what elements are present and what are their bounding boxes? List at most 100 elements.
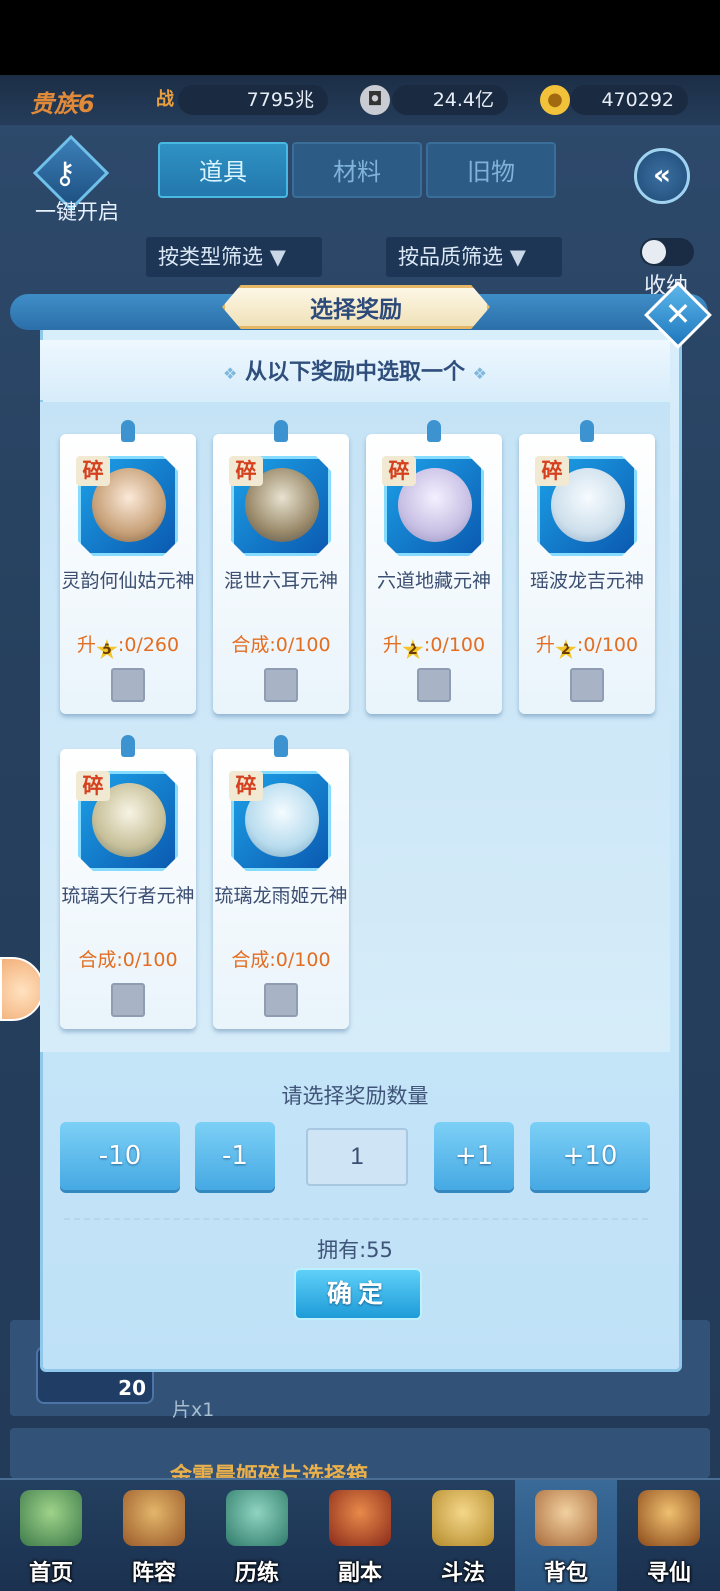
pin-icon [427,420,441,442]
select-checkbox[interactable] [264,983,298,1017]
nav-battle[interactable]: 斗法 [412,1480,514,1591]
select-checkbox[interactable] [111,983,145,1017]
vip-level[interactable]: 贵族6 [30,84,95,119]
coin-icon: ◘ [360,85,390,115]
subtitle-text: 从以下奖励中选取一个 [244,360,465,385]
toggle-knob [642,240,666,264]
dialog-title: 选择奖励 [310,297,402,323]
filter-by-quality[interactable]: 按品质筛选 ▼ [386,237,562,277]
nav-label: 历练 [234,1561,279,1586]
item-description: 片x1 [172,1399,215,1421]
star-icon: 5 [96,639,118,660]
quantity-input[interactable] [306,1128,408,1186]
nav-dungeon[interactable]: 副本 [309,1480,411,1591]
close-icon[interactable]: ✕ [654,290,702,338]
card-name: 瑶波龙吉元神 [529,570,644,592]
diamond-ornament-icon: ❖ [472,364,488,383]
card-name: 混世六耳元神 [223,570,338,592]
power-icon: 战 [156,89,174,110]
reward-card[interactable]: 碎 瑶波龙吉元神 升 2:0/100 [519,420,655,714]
card-progress: 合成:0/100 [213,945,349,972]
nav-label: 斗法 [440,1561,485,1586]
nav-home[interactable]: 首页 [0,1480,102,1591]
card-name: 琉璃天行者元神 [61,885,195,907]
item-count-badge: 20 [118,1376,146,1400]
select-checkbox[interactable] [111,668,145,702]
star-icon: 2 [402,639,424,660]
upgrade-prefix: 升 [382,634,402,656]
nav-backpack[interactable]: 背包 [515,1480,617,1591]
card-name: 灵韵何仙姑元神 [61,570,195,592]
fragment-badge: 碎 [76,456,110,486]
card-progress: 升 2:0/100 [519,630,655,661]
nav-label: 阵容 [131,1561,176,1586]
filter-funnel-icon: ▼ [509,245,526,269]
plus-10-button[interactable]: +10 [530,1122,650,1190]
pin-icon [274,420,288,442]
collapse-toggle[interactable] [640,238,694,266]
dungeon-icon [329,1490,391,1546]
select-checkbox[interactable] [417,668,451,702]
select-checkbox[interactable] [264,668,298,702]
status-bar [0,0,720,75]
fragment-badge: 碎 [229,456,263,486]
card-progress: 合成:0/100 [60,945,196,972]
filter-funnel-icon: ▼ [269,245,286,269]
back-button[interactable]: « [634,148,690,204]
backpack-icon [535,1490,597,1546]
card-progress: 合成:0/100 [213,630,349,657]
nav-label: 寻仙 [646,1561,691,1586]
seek-immortal-icon [638,1490,700,1546]
nav-label: 副本 [337,1561,382,1586]
owned-count: 拥有:55 [317,1238,393,1262]
filter-type-label: 按类型筛选 [158,245,263,269]
diamond-ornament-icon: ❖ [222,364,238,383]
progress-value: :0/260 [117,634,180,656]
quantity-label: 请选择奖励数量 [281,1084,429,1108]
pin-icon [121,420,135,442]
one-key-open-button[interactable]: ⚷ 一键开启 [30,134,119,226]
power-value: 7795兆 [178,85,328,115]
tab-relics[interactable]: 旧物 [426,142,556,198]
nav-lineup[interactable]: 阵容 [103,1480,205,1591]
resource-bar: 贵族6 战 7795兆 ◘ 24.4亿 ● 470292 [0,75,720,125]
progress-value: :0/100 [423,634,486,656]
home-icon [20,1490,82,1546]
tab-materials[interactable]: 材料 [292,142,422,198]
training-icon [226,1490,288,1546]
reward-card[interactable]: 碎 六道地藏元神 升 2:0/100 [366,420,502,714]
divider [64,1218,648,1220]
back-arrow-icon: « [652,158,672,191]
nav-label: 背包 [543,1561,588,1586]
progress-value: 合成:0/100 [78,949,178,971]
filter-by-type[interactable]: 按类型筛选 ▼ [146,237,322,277]
fragment-badge: 碎 [535,456,569,486]
minus-10-button[interactable]: -10 [60,1122,180,1190]
select-checkbox[interactable] [570,668,604,702]
card-name: 琉璃龙雨姬元神 [214,885,348,907]
upgrade-prefix: 升 [535,634,555,656]
progress-value: :0/100 [576,634,639,656]
one-key-open-label: 一键开启 [35,200,119,224]
star-icon: 2 [555,639,577,660]
key-icon: ⚷ [54,156,76,191]
reward-card[interactable]: 碎 混世六耳元神 合成:0/100 [213,420,349,714]
nav-training[interactable]: 历练 [206,1480,308,1591]
lineup-icon [123,1490,185,1546]
plus-1-button[interactable]: +1 [434,1122,514,1190]
confirm-button[interactable]: 确定 [294,1268,422,1320]
bottom-nav: 首页 阵容 历练 副本 斗法 背包 寻仙 [0,1478,720,1591]
pin-icon [580,420,594,442]
ingot-value: 470292 [570,85,688,115]
card-progress: 升 5:0/260 [60,630,196,661]
reward-card[interactable]: 碎 琉璃龙雨姬元神 合成:0/100 [213,735,349,1029]
reward-card[interactable]: 碎 琉璃天行者元神 合成:0/100 [60,735,196,1029]
nav-seek-immortal[interactable]: 寻仙 [618,1480,720,1591]
fragment-badge: 碎 [382,456,416,486]
tab-items[interactable]: 道具 [158,142,288,198]
filter-quality-label: 按品质筛选 [398,245,503,269]
reward-card[interactable]: 碎 灵韵何仙姑元神 升 5:0/260 [60,420,196,714]
fragment-badge: 碎 [76,771,110,801]
nav-label: 首页 [28,1561,73,1586]
minus-1-button[interactable]: -1 [195,1122,275,1190]
